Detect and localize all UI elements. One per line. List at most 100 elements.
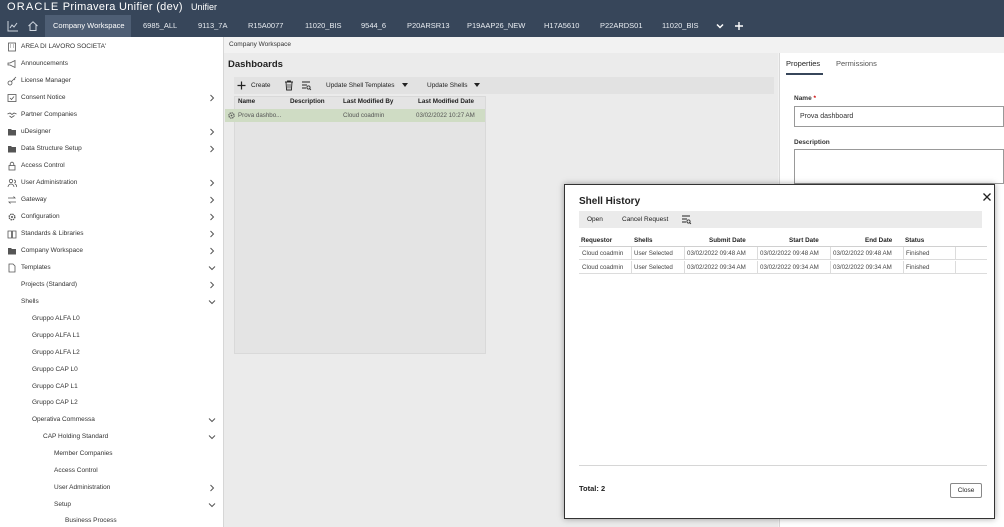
sidebar-item-partner-companies[interactable]: Partner Companies [0,107,223,123]
lock-icon [8,161,16,171]
chevron-right-icon[interactable] [208,196,216,204]
chevron-down-icon[interactable] [208,416,216,424]
column-header-submit-date[interactable]: Submit Date [709,237,746,244]
cell-divider [830,261,831,274]
tab-9544-6[interactable]: 9544_6 [361,15,386,37]
tab-p20arsr13[interactable]: P20ARSR13 [407,15,450,37]
column-header-name[interactable]: Name [238,98,255,105]
tab-h17a5610[interactable]: H17A5610 [544,15,579,37]
home-icon[interactable] [27,20,39,32]
sidebar-item-consent-notice[interactable]: Consent Notice [0,90,223,106]
open-button[interactable]: Open [587,211,603,228]
tab-r15a0077[interactable]: R15A0077 [248,15,283,37]
sidebar-item-company-workspace[interactable]: Company Workspace [0,243,223,259]
folder-icon [8,129,16,136]
update-shell-templates-button[interactable]: Update Shell Templates [326,77,395,94]
chevron-right-icon[interactable] [208,281,216,289]
add-tab-icon[interactable] [733,20,745,32]
chevron-right-icon[interactable] [208,145,216,153]
chevron-down-icon[interactable] [208,264,216,272]
name-field[interactable]: Prova dashboard [794,106,1004,127]
sidebar-item-templates[interactable]: Templates [0,260,223,276]
column-header-start-date[interactable]: Start Date [789,237,819,244]
sidebar-item-announcements[interactable]: Announcements [0,56,223,72]
sidebar-item-access-control-shell[interactable]: Access Control [0,463,223,479]
table-row[interactable]: Cloud coadmin User Selected 03/02/2022 0… [579,261,987,274]
tab-properties[interactable]: Properties [786,59,820,68]
sidebar-item-standards-libraries[interactable]: Standards & Libraries [0,226,223,242]
sidebar-item-setup[interactable]: Setup [0,497,223,513]
update-shells-button[interactable]: Update Shells [427,77,467,94]
filter-list-icon[interactable] [301,80,312,91]
sidebar-item-gruppo-alfa-l0[interactable]: Gruppo ALFA L0 [0,311,223,327]
sidebar-item-access-control[interactable]: Access Control [0,158,223,174]
chevron-down-icon[interactable] [714,20,726,32]
sidebar-item-member-companies[interactable]: Member Companies [0,446,223,462]
sidebar-item-data-structure-setup[interactable]: Data Structure Setup [0,141,223,157]
sidebar-item-business-process[interactable]: Business Process [0,513,223,527]
gear-icon[interactable] [227,111,236,120]
tab-11020-bis-2[interactable]: 11020_BIS [662,15,699,37]
dropdown-caret-icon[interactable] [402,83,408,88]
handshake-icon [7,112,17,118]
chevron-right-icon[interactable] [208,94,216,102]
sidebar-item-gruppo-cap-l2[interactable]: Gruppo CAP L2 [0,395,223,411]
description-field[interactable] [794,149,1004,184]
column-header-end-date[interactable]: End Date [865,237,892,244]
tab-bar: Company Workspace 6985_ALL 9113_7A R15A0… [0,15,1004,37]
sidebar-item-gruppo-cap-l1[interactable]: Gruppo CAP L1 [0,379,223,395]
chevron-right-icon[interactable] [208,247,216,255]
breadcrumb[interactable]: Company Workspace [229,41,291,48]
column-header-shells[interactable]: Shells [634,237,653,244]
column-header-last-modified-date[interactable]: Last Modified Date [418,98,474,105]
close-button[interactable]: Close [950,483,982,498]
sidebar-item-gruppo-cap-l0[interactable]: Gruppo CAP L0 [0,362,223,378]
chevron-right-icon[interactable] [208,230,216,238]
column-header-requestor[interactable]: Requestor [581,237,612,244]
sidebar-item-gateway[interactable]: Gateway [0,192,223,208]
sidebar-item-license-manager[interactable]: License Manager [0,73,223,89]
sidebar-item-shells[interactable]: Shells [0,294,223,310]
chevron-right-icon[interactable] [208,213,216,221]
column-header-status[interactable]: Status [905,237,924,244]
chevron-right-icon[interactable] [208,179,216,187]
filter-list-icon[interactable] [681,214,692,225]
cell-divider [757,247,758,260]
sidebar-item-cap-holding-standard[interactable]: CAP Holding Standard [0,429,223,445]
sidebar-item-udesigner[interactable]: uDesigner [0,124,223,140]
tab-p19aap26-new[interactable]: P19AAP26_NEW [467,15,525,37]
analytics-icon[interactable] [7,20,19,32]
chevron-right-icon[interactable] [208,484,216,492]
tab-p22ards01[interactable]: P22ARDS01 [600,15,643,37]
column-header-description[interactable]: Description [290,98,325,105]
chevron-right-icon[interactable] [208,128,216,136]
row-name[interactable]: Prova dashbo... [238,112,281,119]
cell-divider [903,247,904,260]
plus-icon[interactable] [237,81,246,90]
create-button[interactable]: Create [251,77,271,94]
tab-company-workspace[interactable]: Company Workspace [45,15,131,37]
gateway-icon [8,196,16,204]
sidebar-item-projects-standard[interactable]: Projects (Standard) [0,277,223,293]
sidebar-item-user-administration[interactable]: User Administration [0,175,223,191]
sidebar-item-configuration[interactable]: Configuration [0,209,223,225]
column-header-last-modified-by[interactable]: Last Modified By [343,98,393,105]
cancel-request-button[interactable]: Cancel Request [622,211,668,228]
tab-11020-bis[interactable]: 11020_BIS [305,15,342,37]
sidebar-item-area-di-lavoro[interactable]: AREA DI LAVORO SOCIETA' [0,39,223,55]
tab-permissions[interactable]: Permissions [836,59,877,68]
sidebar-item-operativa-commessa[interactable]: Operativa Commessa [0,412,223,428]
chevron-down-icon[interactable] [208,298,216,306]
table-row[interactable]: Cloud coadmin User Selected 03/02/2022 0… [579,247,987,260]
dropdown-caret-icon[interactable] [474,83,480,88]
tab-6985-all[interactable]: 6985_ALL [143,15,177,37]
chevron-down-icon[interactable] [208,433,216,441]
sidebar-item-gruppo-alfa-l2[interactable]: Gruppo ALFA L2 [0,345,223,361]
chevron-down-icon[interactable] [208,501,216,509]
sidebar-item-gruppo-alfa-l1[interactable]: Gruppo ALFA L1 [0,328,223,344]
tab-9113-7a[interactable]: 9113_7A [198,15,227,37]
trash-icon[interactable] [284,80,294,91]
sidebar-item-user-administration-shell[interactable]: User Administration [0,480,223,496]
cell-status: Finished [906,264,930,271]
close-icon[interactable] [982,192,992,202]
